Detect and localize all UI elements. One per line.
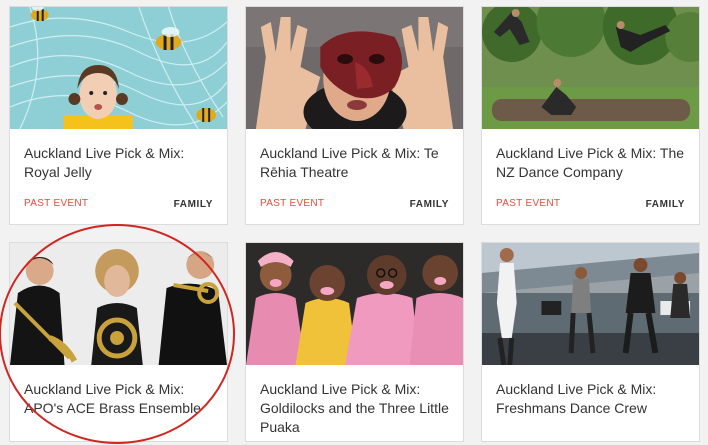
event-title[interactable]: Auckland Live Pick & Mix: Te Rēhia Theat… [260, 144, 449, 182]
event-image-royal-jelly [10, 7, 227, 129]
event-title[interactable]: Auckland Live Pick & Mix: Freshmans Danc… [496, 380, 685, 418]
event-status-label: PAST EVENT [24, 198, 89, 209]
event-image-goldilocks [246, 243, 463, 365]
event-title[interactable]: Auckland Live Pick & Mix: Royal Jelly [24, 144, 213, 182]
event-title[interactable]: Auckland Live Pick & Mix: APO's ACE Bras… [24, 380, 213, 418]
event-card-nz-dance-company[interactable]: Auckland Live Pick & Mix: The NZ Dance C… [481, 6, 700, 225]
event-card-goldilocks[interactable]: Auckland Live Pick & Mix: Goldilocks and… [245, 242, 464, 442]
event-image-freshmans [482, 243, 699, 365]
event-status-label: PAST EVENT [496, 198, 561, 209]
event-card-te-rehia[interactable]: Auckland Live Pick & Mix: Te Rēhia Theat… [245, 6, 464, 225]
event-card-freshmans[interactable]: Auckland Live Pick & Mix: Freshmans Danc… [481, 242, 700, 442]
event-title[interactable]: Auckland Live Pick & Mix: The NZ Dance C… [496, 144, 685, 182]
event-category-label: FAMILY [409, 199, 449, 210]
event-category-label: FAMILY [173, 199, 213, 210]
event-title[interactable]: Auckland Live Pick & Mix: Goldilocks and… [260, 380, 449, 437]
event-image-ace-brass [10, 243, 227, 365]
event-image-te-rehia [246, 7, 463, 129]
event-status-label: PAST EVENT [260, 198, 325, 209]
event-image-nz-dance-company [482, 7, 699, 129]
event-card-grid: Auckland Live Pick & Mix: Royal Jelly PA… [0, 0, 708, 442]
event-card-ace-brass[interactable]: Auckland Live Pick & Mix: APO's ACE Bras… [9, 242, 228, 442]
event-card-royal-jelly[interactable]: Auckland Live Pick & Mix: Royal Jelly PA… [9, 6, 228, 225]
event-category-label: FAMILY [645, 199, 685, 210]
